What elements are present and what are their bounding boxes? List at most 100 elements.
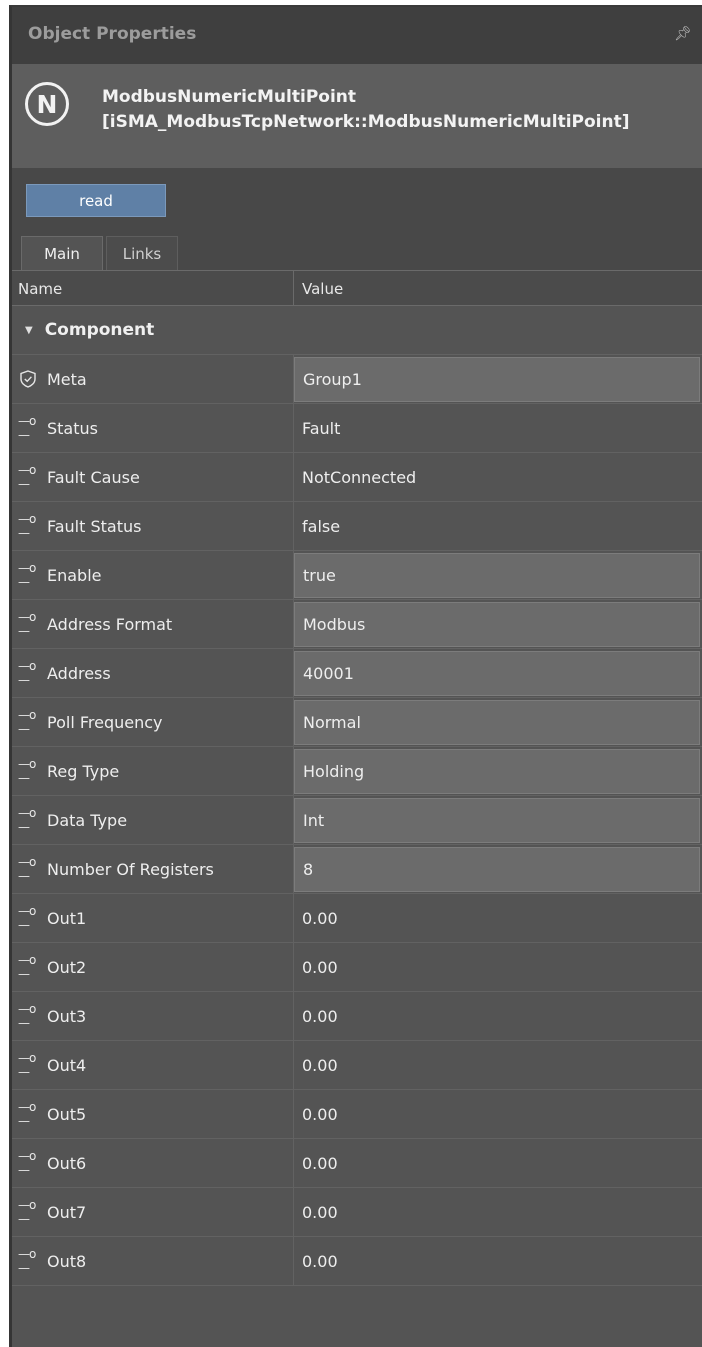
property-row[interactable]: —o— Out1 0.00 bbox=[12, 894, 702, 943]
property-value-field[interactable]: Group1 bbox=[294, 357, 700, 402]
property-name: Reg Type bbox=[47, 761, 120, 781]
property-row[interactable]: —o— Poll Frequency Normal bbox=[12, 698, 702, 747]
slot-icon: —o— bbox=[18, 659, 36, 687]
property-row[interactable]: —o— Fault Cause NotConnected bbox=[12, 453, 702, 502]
property-name: Data Type bbox=[47, 810, 128, 830]
property-name: Meta bbox=[47, 369, 87, 389]
slot-icon: —o— bbox=[18, 1198, 36, 1226]
property-row[interactable]: —o— Out4 0.00 bbox=[12, 1041, 702, 1090]
tab-links[interactable]: Links bbox=[106, 236, 178, 271]
property-name-cell: —o— Status bbox=[12, 404, 294, 452]
property-value-field[interactable]: 40001 bbox=[294, 651, 700, 696]
property-value-field[interactable]: Modbus bbox=[294, 602, 700, 647]
property-value: 0.00 bbox=[302, 1006, 338, 1026]
slot-icon: —o— bbox=[18, 1051, 36, 1079]
property-name-cell: —o— Fault Status bbox=[12, 502, 294, 550]
property-name-cell: —o— Address Format bbox=[12, 600, 294, 648]
property-row[interactable]: Meta Group1 bbox=[12, 355, 702, 404]
property-row[interactable]: —o— Enable true bbox=[12, 551, 702, 600]
object-name: ModbusNumericMultiPoint bbox=[102, 87, 357, 107]
property-value-field[interactable]: Int bbox=[294, 798, 700, 843]
slot-icon: —o— bbox=[18, 1002, 36, 1030]
property-value: NotConnected bbox=[302, 467, 417, 487]
property-name-cell: —o— Out4 bbox=[12, 1041, 294, 1089]
slot-icon: —o— bbox=[18, 855, 36, 883]
property-value-field[interactable]: Normal bbox=[294, 700, 700, 745]
property-name-cell: —o— Out2 bbox=[12, 943, 294, 991]
property-row[interactable]: —o— Out5 0.00 bbox=[12, 1090, 702, 1139]
property-row[interactable]: —o— Fault Status false bbox=[12, 502, 702, 551]
panel-title: Object Properties bbox=[28, 24, 197, 44]
slot-icon: —o— bbox=[18, 806, 36, 834]
property-name: Number Of Registers bbox=[47, 859, 214, 879]
property-name: Out6 bbox=[47, 1153, 87, 1173]
property-row[interactable]: —o— Number Of Registers 8 bbox=[12, 845, 702, 894]
action-bar: read bbox=[12, 168, 702, 227]
property-name-cell: —o— Poll Frequency bbox=[12, 698, 294, 746]
read-button[interactable]: read bbox=[26, 184, 166, 217]
panel-titlebar: Object Properties 📌︎ bbox=[12, 7, 702, 64]
property-name: Address bbox=[47, 663, 111, 683]
property-name: Out4 bbox=[47, 1055, 87, 1075]
property-name: Poll Frequency bbox=[47, 712, 163, 732]
property-value: false bbox=[302, 516, 341, 536]
property-name: Status bbox=[47, 418, 98, 438]
section-component[interactable]: ▼ Component bbox=[12, 306, 702, 355]
property-value-field[interactable]: true bbox=[294, 553, 700, 598]
property-row[interactable]: —o— Out2 0.00 bbox=[12, 943, 702, 992]
property-name-cell: —o— Number Of Registers bbox=[12, 845, 294, 893]
property-value: 0.00 bbox=[302, 1153, 338, 1173]
property-value: Fault bbox=[302, 418, 341, 438]
property-name-cell: —o— Out6 bbox=[12, 1139, 294, 1187]
grid-header: Name Value bbox=[12, 270, 702, 306]
property-name-cell: Meta bbox=[12, 355, 294, 403]
property-row[interactable]: —o— Out6 0.00 bbox=[12, 1139, 702, 1188]
property-name-cell: —o— Enable bbox=[12, 551, 294, 599]
property-value: 0.00 bbox=[302, 1055, 338, 1075]
column-header-value[interactable]: Value bbox=[294, 271, 702, 305]
property-row[interactable]: —o— Data Type Int bbox=[12, 796, 702, 845]
property-name: Out1 bbox=[47, 908, 87, 928]
tab-strip: Main Links bbox=[12, 227, 702, 271]
property-name-cell: —o— Out3 bbox=[12, 992, 294, 1040]
property-name-cell: —o— Address bbox=[12, 649, 294, 697]
object-info: N ModbusNumericMultiPoint [iSMA_ModbusTc… bbox=[12, 64, 702, 168]
slot-icon: —o— bbox=[18, 1247, 36, 1275]
property-name-cell: —o— Out7 bbox=[12, 1188, 294, 1236]
slot-icon: —o— bbox=[18, 904, 36, 932]
slot-icon: —o— bbox=[18, 414, 36, 442]
shield-icon bbox=[20, 370, 36, 388]
property-row[interactable]: —o— Address 40001 bbox=[12, 649, 702, 698]
property-value: 0.00 bbox=[302, 1251, 338, 1271]
property-name-cell: —o— Out5 bbox=[12, 1090, 294, 1138]
slot-icon: —o— bbox=[18, 1149, 36, 1177]
numeric-point-icon: N bbox=[25, 82, 69, 126]
property-row[interactable]: —o— Out7 0.00 bbox=[12, 1188, 702, 1237]
property-value: 0.00 bbox=[302, 908, 338, 928]
property-row[interactable]: —o— Out3 0.00 bbox=[12, 992, 702, 1041]
slot-icon: —o— bbox=[18, 512, 36, 540]
column-header-name[interactable]: Name bbox=[12, 271, 294, 305]
property-row[interactable]: —o— Address Format Modbus bbox=[12, 600, 702, 649]
property-name: Out7 bbox=[47, 1202, 87, 1222]
property-value: 0.00 bbox=[302, 1104, 338, 1124]
property-grid: Name Value ▼ Component Meta Group1 —o— Stat… bbox=[12, 270, 702, 1286]
slot-icon: —o— bbox=[18, 561, 36, 589]
slot-icon: —o— bbox=[18, 610, 36, 638]
slot-icon: —o— bbox=[18, 757, 36, 785]
tab-main[interactable]: Main bbox=[21, 236, 103, 271]
property-name: Address Format bbox=[47, 614, 173, 634]
property-name-cell: —o— Reg Type bbox=[12, 747, 294, 795]
property-row[interactable]: —o— Reg Type Holding bbox=[12, 747, 702, 796]
property-name-cell: —o— Fault Cause bbox=[12, 453, 294, 501]
property-value-field[interactable]: 8 bbox=[294, 847, 700, 892]
property-value-field[interactable]: Holding bbox=[294, 749, 700, 794]
slot-icon: —o— bbox=[18, 953, 36, 981]
property-row[interactable]: —o— Status Fault bbox=[12, 404, 702, 453]
slot-icon: —o— bbox=[18, 1100, 36, 1128]
property-name-cell: —o— Data Type bbox=[12, 796, 294, 844]
chevron-down-icon[interactable]: ▼ bbox=[25, 325, 33, 336]
object-properties-panel: Object Properties 📌︎ N ModbusNumericMult… bbox=[9, 5, 702, 1347]
pin-icon[interactable]: 📌︎ bbox=[674, 26, 692, 42]
property-row[interactable]: —o— Out8 0.00 bbox=[12, 1237, 702, 1286]
